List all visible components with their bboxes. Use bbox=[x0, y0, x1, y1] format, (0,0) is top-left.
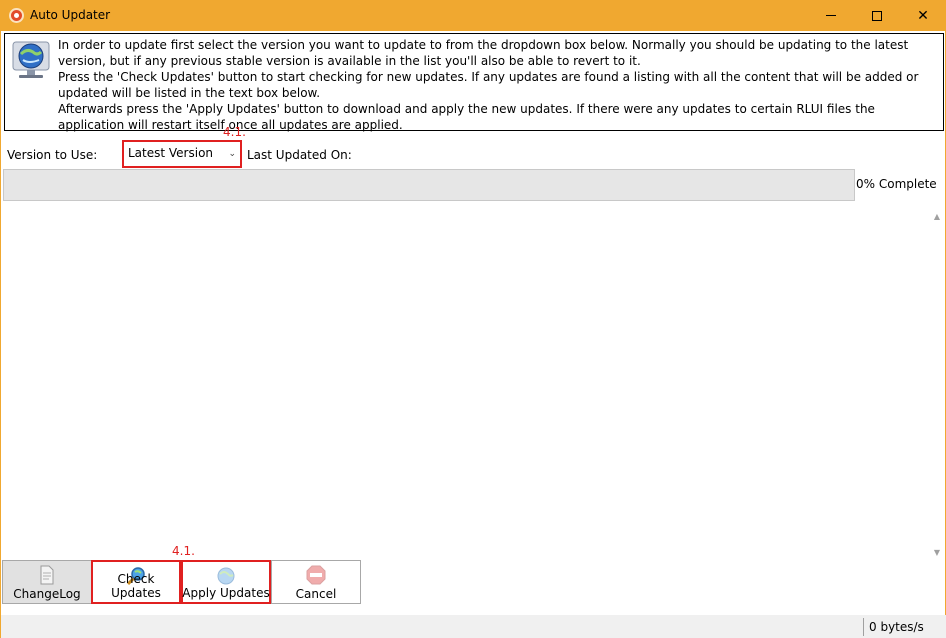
minimize-icon bbox=[826, 15, 836, 16]
annotation-label: 4.1. bbox=[172, 544, 195, 558]
last-updated-label: Last Updated On: bbox=[247, 148, 352, 162]
cancel-label: Cancel bbox=[295, 587, 337, 601]
check-updates-label: Check Updates bbox=[111, 572, 161, 600]
app-icon bbox=[9, 8, 24, 23]
document-icon bbox=[40, 565, 54, 585]
scroll-up-icon[interactable]: ▲ bbox=[929, 209, 945, 225]
annotation-label: 4.1. bbox=[223, 125, 246, 139]
version-dropdown[interactable]: Latest Version ⌄ bbox=[122, 140, 242, 168]
status-divider bbox=[863, 618, 864, 636]
log-scrollbar[interactable]: ▲ ▼ bbox=[929, 209, 945, 561]
check-updates-button[interactable]: Check Updates bbox=[91, 560, 181, 604]
download-speed: 0 bytes/s bbox=[869, 620, 924, 634]
version-label: Version to Use: bbox=[7, 148, 98, 162]
status-bar: 0 bytes/s bbox=[1, 615, 946, 638]
progress-text: 0% Complete bbox=[856, 177, 937, 191]
changelog-label: ChangeLog bbox=[13, 587, 81, 601]
version-dropdown-value: Latest Version bbox=[128, 146, 214, 160]
minimize-button[interactable] bbox=[808, 0, 854, 31]
apply-updates-label: Apply Updates bbox=[182, 586, 270, 600]
info-text: In order to update first select the vers… bbox=[58, 37, 933, 133]
apply-updates-button[interactable]: Apply Updates bbox=[181, 560, 271, 604]
update-log-textbox[interactable] bbox=[3, 206, 945, 562]
title-bar[interactable]: Auto Updater ✕ bbox=[0, 0, 946, 31]
changelog-button[interactable]: ChangeLog bbox=[2, 560, 92, 604]
window-client: In order to update first select the vers… bbox=[0, 31, 946, 638]
chevron-down-icon: ⌄ bbox=[228, 149, 236, 159]
info-paragraph: Press the 'Check Updates' button to star… bbox=[58, 70, 919, 100]
info-paragraph: Afterwards press the 'Apply Updates' but… bbox=[58, 102, 875, 132]
close-icon: ✕ bbox=[917, 7, 929, 24]
cancel-button[interactable]: Cancel bbox=[271, 560, 361, 604]
maximize-icon bbox=[872, 10, 882, 21]
info-panel: In order to update first select the vers… bbox=[4, 33, 944, 133]
globe-monitor-icon bbox=[12, 41, 50, 78]
close-button[interactable]: ✕ bbox=[900, 0, 946, 31]
progress-bar bbox=[3, 169, 855, 201]
window-title: Auto Updater bbox=[30, 8, 111, 22]
maximize-button[interactable] bbox=[854, 0, 900, 31]
globe-icon bbox=[217, 567, 235, 585]
info-paragraph: In order to update first select the vers… bbox=[58, 38, 909, 68]
stop-sign-icon bbox=[306, 565, 326, 585]
toolbar: ChangeLog Check Updates Apply Updates Ca… bbox=[1, 559, 946, 605]
